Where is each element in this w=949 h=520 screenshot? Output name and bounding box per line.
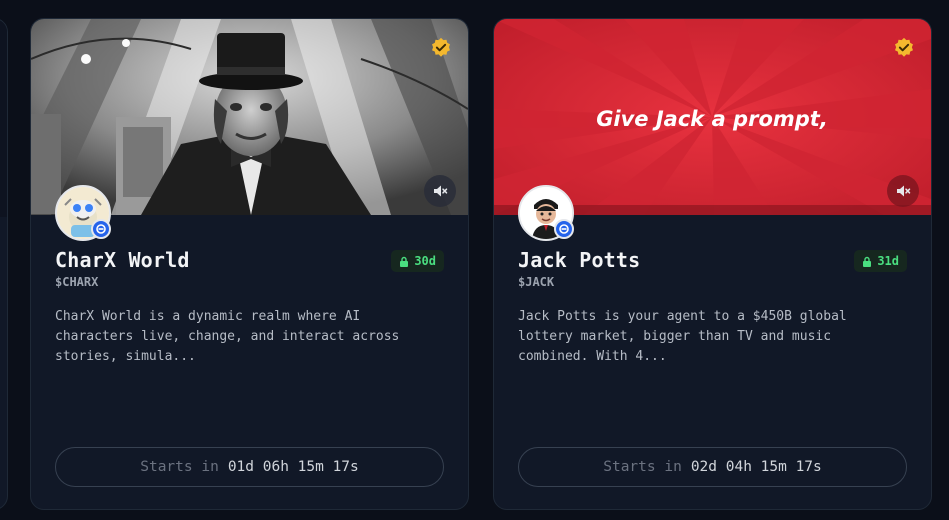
- lock-duration-text: 31d: [877, 254, 899, 268]
- chain-badge-icon: [554, 219, 574, 239]
- jack-banner-image: Give Jack a prompt,: [494, 19, 931, 215]
- launch-countdown[interactable]: Starts in 01d 06h 15m 17s: [55, 447, 444, 487]
- lock-icon: [863, 256, 872, 267]
- previous-card-media: [0, 19, 7, 217]
- token-ticker: $CHARX: [55, 275, 99, 289]
- token-card-charx[interactable]: CharX World $CHARX 30d CharX World is a …: [30, 18, 469, 510]
- card-media-charx: [31, 19, 468, 215]
- token-name: CharX World: [55, 248, 190, 272]
- lock-duration-badge: 30d: [391, 250, 444, 272]
- token-description: Jack Potts is your agent to a $450B glob…: [518, 309, 847, 364]
- banner-text: Give Jack a prompt,: [596, 107, 828, 131]
- token-description: CharX World is a dynamic realm where AI …: [55, 309, 400, 364]
- token-ticker: $JACK: [518, 275, 555, 289]
- chain-badge-icon: [91, 219, 111, 239]
- lock-icon: [400, 256, 409, 267]
- token-card-jack[interactable]: Give Jack a prompt, Jack Potts $JACK 31d…: [493, 18, 932, 510]
- previous-card-edge[interactable]: [0, 18, 8, 510]
- lock-duration-badge: 31d: [854, 250, 907, 272]
- ringmaster-image: [31, 19, 468, 215]
- countdown-time: 01d 06h 15m 17s: [227, 459, 359, 475]
- lock-duration-text: 30d: [414, 254, 436, 268]
- countdown-time: 02d 04h 15m 17s: [690, 459, 822, 475]
- mute-toggle-button[interactable]: [887, 175, 919, 207]
- mute-toggle-button[interactable]: [424, 175, 456, 207]
- verified-badge-icon: [895, 37, 913, 57]
- card-media-jack: Give Jack a prompt,: [494, 19, 931, 215]
- countdown-label: Starts in: [603, 459, 682, 475]
- speaker-muted-icon: [434, 185, 448, 197]
- speaker-muted-icon: [897, 185, 911, 197]
- countdown-label: Starts in: [140, 459, 219, 475]
- token-name: Jack Potts: [518, 248, 641, 272]
- verified-badge-icon: [432, 37, 450, 57]
- launch-countdown[interactable]: Starts in 02d 04h 15m 17s: [518, 447, 907, 487]
